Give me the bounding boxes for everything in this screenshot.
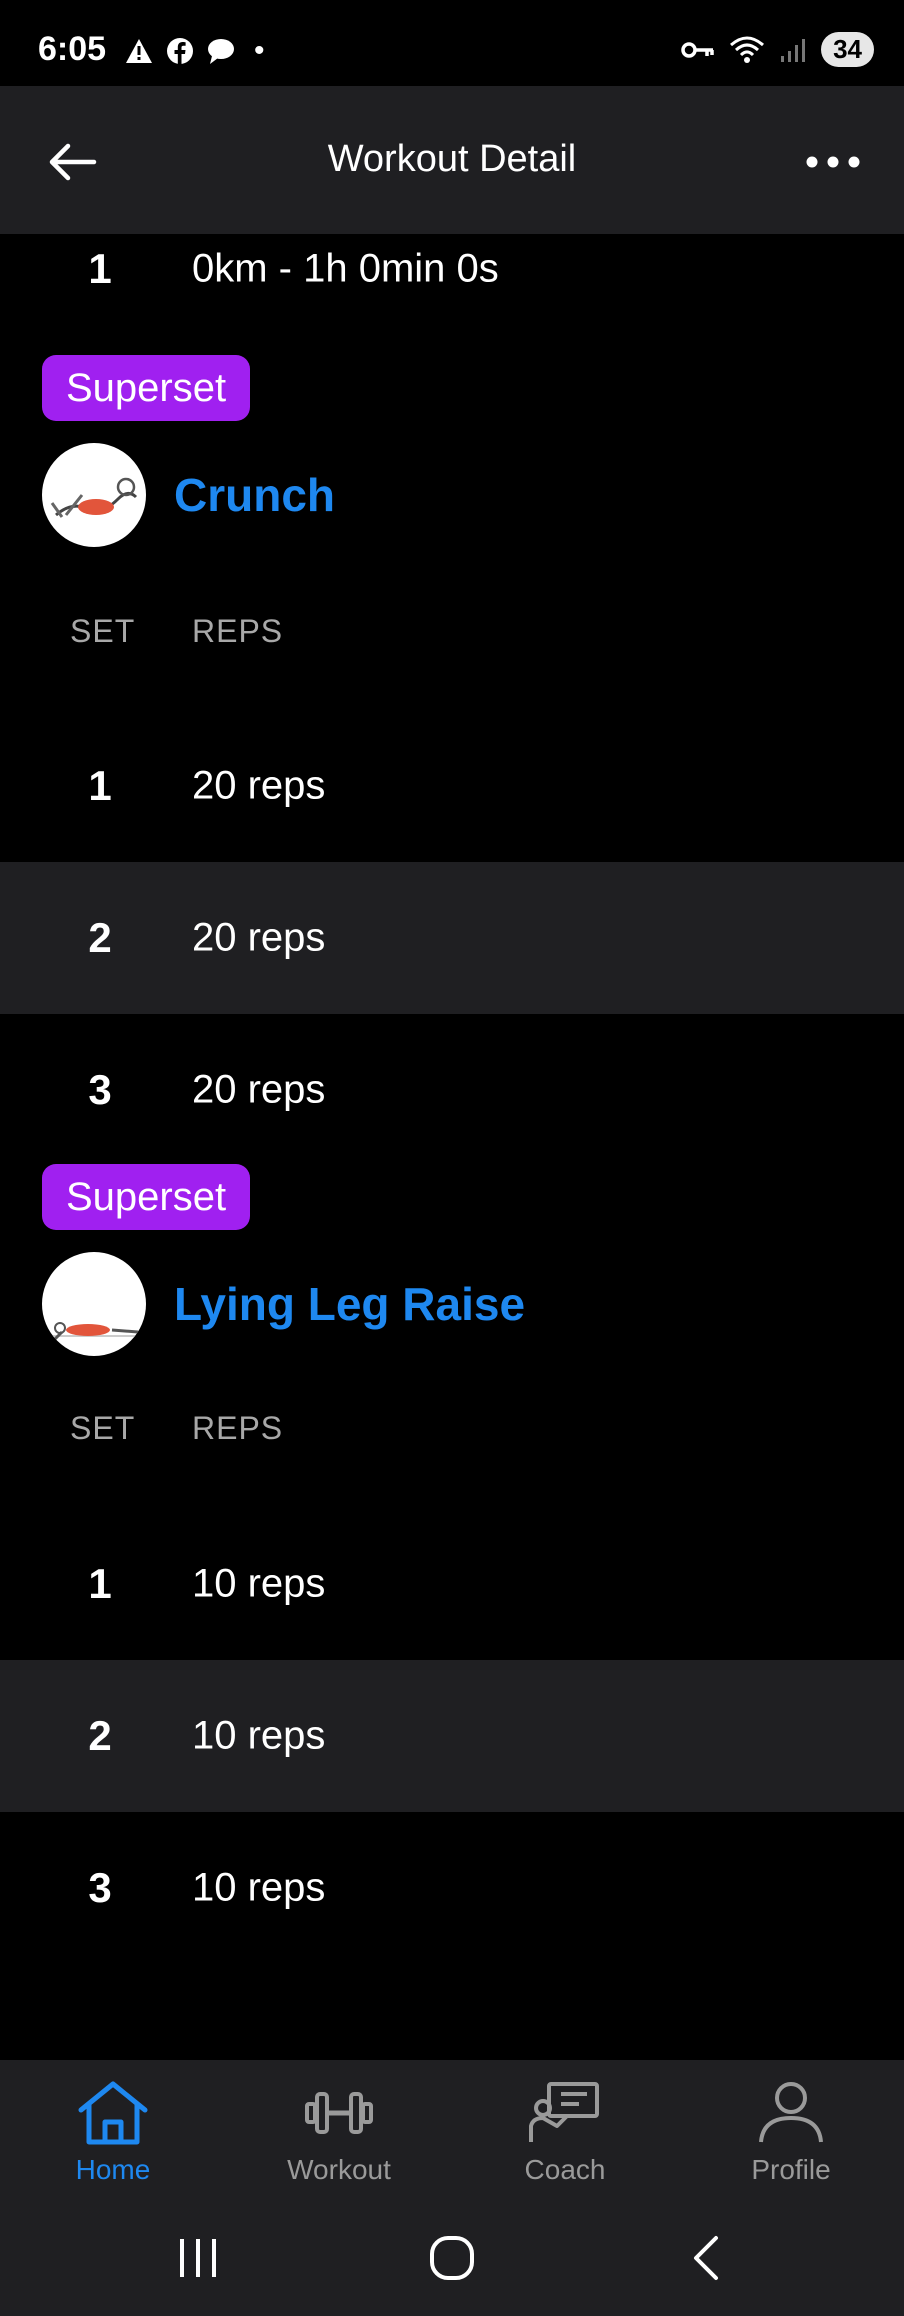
set-row: 1 20 reps (0, 710, 904, 862)
facebook-icon (167, 38, 193, 64)
set-value: 10 reps (192, 1713, 326, 1758)
dumbbell-icon (305, 2092, 373, 2134)
set-row: 3 10 reps (0, 1812, 904, 1964)
set-number: 3 (88, 1864, 112, 1911)
exercise-block: Superset Crunch SET REPS (0, 304, 904, 660)
battery-indicator: 34 (821, 32, 874, 67)
set-row: 2 20 reps (0, 862, 904, 1014)
notification-icons: • (124, 34, 265, 68)
set-value: 20 reps (192, 915, 326, 960)
system-status-icons: 34 (681, 32, 874, 67)
nav-profile[interactable]: Profile (678, 2060, 904, 2192)
app-bar: Workout Detail (0, 86, 904, 234)
superset-badge: Superset (42, 1164, 251, 1230)
set-number: 3 (88, 1066, 112, 1113)
set-number: 1 (88, 1560, 112, 1607)
nav-profile-label: Profile (751, 2154, 831, 2185)
nav-home[interactable]: Home (0, 2060, 226, 2192)
recent-apps-button[interactable] (168, 2228, 228, 2288)
vpn-key-icon (681, 41, 714, 58)
exercise-block: Superset Lying Leg Raise SET REPS (0, 1164, 904, 1456)
set-value: 10 reps (192, 1865, 326, 1910)
set-table: 1 10 reps 2 10 reps 3 10 reps (0, 1508, 904, 1964)
set-row: 1 0km - 1h 0min 0s (0, 234, 904, 304)
set-number: 1 (88, 245, 112, 292)
set-table: 1 20 reps 2 20 reps 3 20 reps (0, 710, 904, 1166)
column-header-reps: REPS (192, 1410, 284, 1446)
set-row: 1 10 reps (0, 1508, 904, 1660)
crunch-illustration-icon (50, 477, 138, 518)
set-number: 1 (88, 762, 112, 809)
set-value: 10 reps (192, 1561, 326, 1606)
more-horizontal-icon (806, 156, 860, 168)
home-system-button[interactable] (422, 2228, 482, 2288)
system-navigation-bar (0, 2192, 904, 2316)
leg-raise-illustration-icon (48, 1322, 140, 1346)
home-circle-icon (430, 2236, 474, 2280)
superset-badge: Superset (42, 355, 251, 421)
recent-apps-icon (180, 2239, 216, 2277)
set-number: 2 (88, 1712, 112, 1759)
set-value: 20 reps (192, 1067, 326, 1112)
column-header-set: SET (70, 613, 136, 649)
chat-icon (208, 39, 234, 64)
wifi-icon (730, 36, 765, 63)
nav-coach[interactable]: Coach (452, 2060, 678, 2192)
coach-icon (529, 2082, 599, 2142)
set-value: 0km - 1h 0min 0s (192, 246, 499, 291)
warning-icon (126, 39, 152, 63)
status-time: 6:05 (38, 30, 107, 68)
set-value: 20 reps (192, 763, 326, 808)
exercise-header[interactable]: Crunch (42, 443, 335, 547)
set-row: 2 10 reps (0, 1660, 904, 1812)
bottom-navigation: Home Workout Coach Profile (0, 2060, 904, 2192)
column-header-set: SET (70, 1410, 136, 1446)
exercise-name[interactable]: Crunch (174, 468, 335, 522)
column-header-reps: REPS (192, 613, 284, 649)
system-back-button[interactable] (676, 2228, 736, 2288)
status-bar: 6:05 • 34 (0, 0, 904, 86)
workout-detail-content: 1 0km - 1h 0min 0s Superset Crunch SET R… (0, 234, 904, 1964)
profile-icon (759, 2082, 823, 2143)
nav-workout[interactable]: Workout (226, 2060, 452, 2192)
home-icon (78, 2081, 148, 2145)
exercise-thumbnail (42, 1252, 146, 1356)
nav-workout-label: Workout (287, 2154, 391, 2185)
page-title: Workout Detail (327, 138, 577, 180)
set-row: 3 20 reps (0, 1014, 904, 1166)
nav-coach-label: Coach (524, 2154, 606, 2185)
set-number: 2 (88, 914, 112, 961)
exercise-thumbnail (42, 443, 146, 547)
more-notifications-dot: • (254, 34, 265, 67)
more-options-button[interactable] (798, 140, 868, 184)
exercise-name[interactable]: Lying Leg Raise (174, 1277, 525, 1331)
nav-home-label: Home (75, 2154, 151, 2185)
signal-icon (781, 38, 806, 62)
exercise-header[interactable]: Lying Leg Raise (42, 1252, 525, 1356)
chevron-left-icon (694, 2236, 718, 2280)
